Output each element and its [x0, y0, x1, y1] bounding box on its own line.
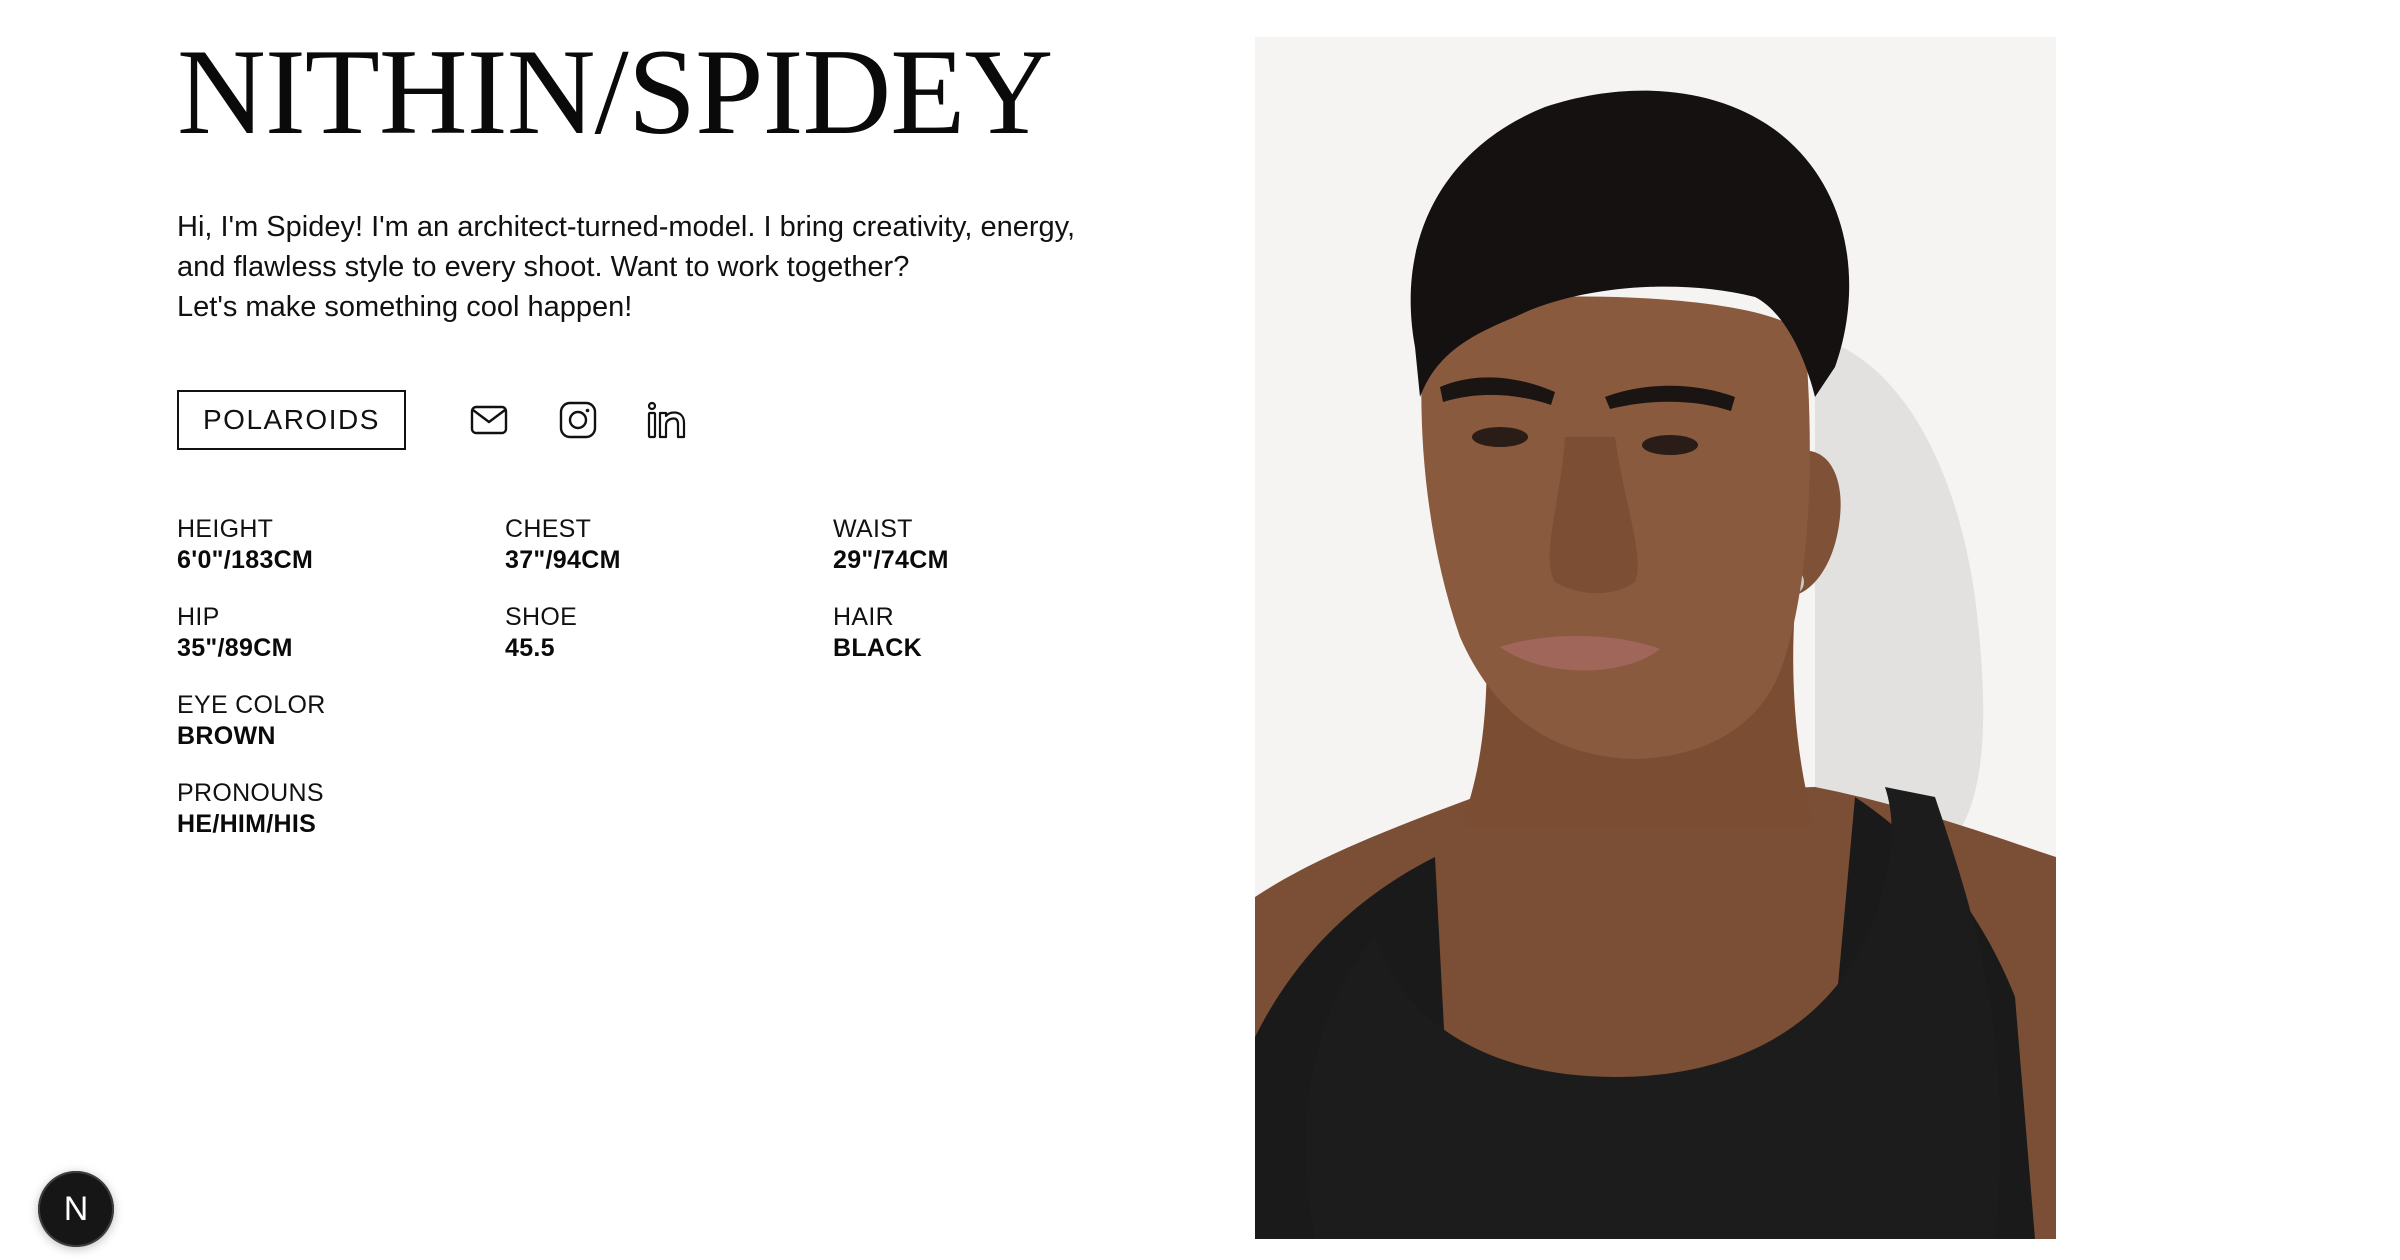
- stat-hair: HAIR BLACK: [833, 602, 1153, 665]
- stat-value: BROWN: [177, 722, 276, 750]
- bio-line: Hi, I'm Spidey! I'm an architect-turned-…: [177, 211, 1076, 243]
- mail-icon[interactable]: [467, 398, 511, 442]
- stat-pronouns: PRONOUNS HE/HIM/HIS: [177, 778, 497, 841]
- stat-value: 29"/74CM: [833, 546, 949, 574]
- model-profile-page: NITHIN/SPIDEY Hi, I'm Spidey! I'm an arc…: [0, 0, 2400, 1260]
- stat-chest: CHEST 37"/94CM: [505, 514, 825, 577]
- stat-label: EYE COLOR: [177, 691, 326, 719]
- stat-label: HEIGHT: [177, 515, 274, 543]
- bio-text: Hi, I'm Spidey! I'm an architect-turned-…: [177, 207, 1157, 327]
- stat-hip: HIP 35"/89CM: [177, 602, 497, 665]
- stat-value: 35"/89CM: [177, 634, 293, 662]
- stat-label: HIP: [177, 603, 220, 631]
- stat-value: HE/HIM/HIS: [177, 810, 317, 838]
- bio-line: and flawless style to every shoot. Want …: [177, 251, 910, 283]
- bio-line: Let's make something cool happen!: [177, 291, 633, 323]
- stat-waist: WAIST 29"/74CM: [833, 514, 1153, 577]
- stat-value: 37"/94CM: [505, 546, 621, 574]
- stat-value: BLACK: [833, 634, 922, 662]
- n-badge-button[interactable]: N: [38, 1171, 114, 1247]
- stat-shoe: SHOE 45.5: [505, 602, 825, 665]
- instagram-icon[interactable]: [556, 398, 600, 442]
- n-badge-letter: N: [63, 1190, 89, 1228]
- page-title: NITHIN/SPIDEY: [177, 23, 1053, 160]
- stat-label: WAIST: [833, 515, 913, 543]
- stat-value: 45.5: [505, 634, 555, 662]
- linkedin-icon[interactable]: [645, 398, 689, 442]
- polaroids-button[interactable]: POLAROIDS: [177, 390, 406, 450]
- stat-label: HAIR: [833, 603, 894, 631]
- stat-height: HEIGHT 6'0"/183CM: [177, 514, 497, 577]
- stat-label: CHEST: [505, 515, 592, 543]
- stat-label: PRONOUNS: [177, 779, 324, 807]
- stat-eye-color: EYE COLOR BROWN: [177, 690, 497, 753]
- stat-label: SHOE: [505, 603, 578, 631]
- stat-value: 6'0"/183CM: [177, 546, 314, 574]
- portrait-photo: [1255, 37, 2056, 1239]
- action-bar: POLAROIDS: [177, 390, 689, 450]
